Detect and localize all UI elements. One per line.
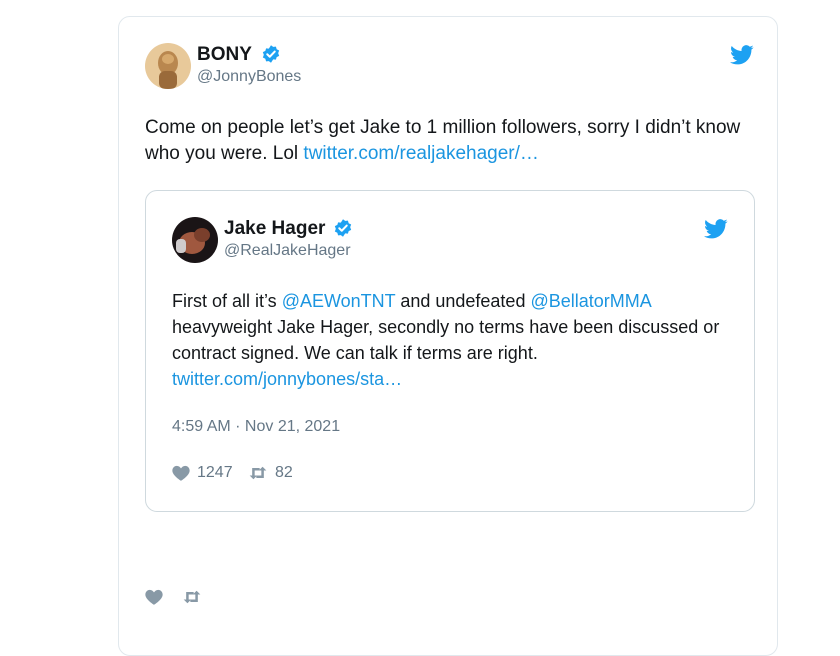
mention-link-aewontnt[interactable]: @AEWonTNT bbox=[282, 291, 396, 311]
twitter-bird-icon[interactable] bbox=[730, 45, 754, 70]
retweet-icon bbox=[248, 466, 268, 480]
tweet-link[interactable]: twitter.com/realjakehager/… bbox=[303, 143, 539, 164]
quoted-like-action[interactable]: 1247 bbox=[172, 464, 233, 482]
heart-icon bbox=[145, 589, 163, 605]
quoted-author-handle[interactable]: @RealJakeHager bbox=[224, 242, 351, 260]
like-button[interactable] bbox=[145, 589, 163, 605]
quoted-text-part: and undefeated bbox=[395, 291, 531, 311]
retweet-icon bbox=[182, 590, 202, 604]
retweet-button[interactable] bbox=[182, 590, 202, 604]
quoted-tweet[interactable]: Jake Hager @RealJakeHager First of all i… bbox=[145, 190, 755, 512]
verified-badge-icon bbox=[261, 44, 281, 69]
author-handle[interactable]: @JonnyBones bbox=[197, 68, 301, 86]
tweet-text: Come on people let’s get Jake to 1 milli… bbox=[145, 115, 745, 167]
quoted-timestamp[interactable]: 4:59 AM · Nov 21, 2021 bbox=[172, 418, 340, 436]
author-avatar[interactable] bbox=[145, 43, 191, 89]
quoted-text-part: heavyweight Jake Hager, secondly no term… bbox=[172, 317, 720, 363]
mention-link-bellatormma[interactable]: @BellatorMMA bbox=[530, 291, 650, 311]
like-count: 1247 bbox=[197, 464, 233, 481]
twitter-bird-icon[interactable] bbox=[704, 219, 728, 244]
quoted-tweet-link[interactable]: twitter.com/jonnybones/sta… bbox=[172, 369, 402, 389]
quoted-tweet-text: First of all it’s @AEWonTNT and undefeat… bbox=[172, 288, 722, 392]
quoted-retweet-action[interactable]: 82 bbox=[248, 464, 293, 482]
verified-badge-icon bbox=[333, 218, 353, 243]
quoted-text-part: First of all it’s bbox=[172, 291, 282, 311]
quoted-author-avatar[interactable] bbox=[172, 217, 218, 263]
tweet-card: BONY @JonnyBones Come on people let’s ge… bbox=[118, 16, 778, 656]
retweet-count: 82 bbox=[275, 464, 293, 481]
heart-icon bbox=[172, 465, 190, 481]
author-name[interactable]: BONY bbox=[197, 44, 252, 66]
quoted-author-name[interactable]: Jake Hager bbox=[224, 218, 325, 240]
